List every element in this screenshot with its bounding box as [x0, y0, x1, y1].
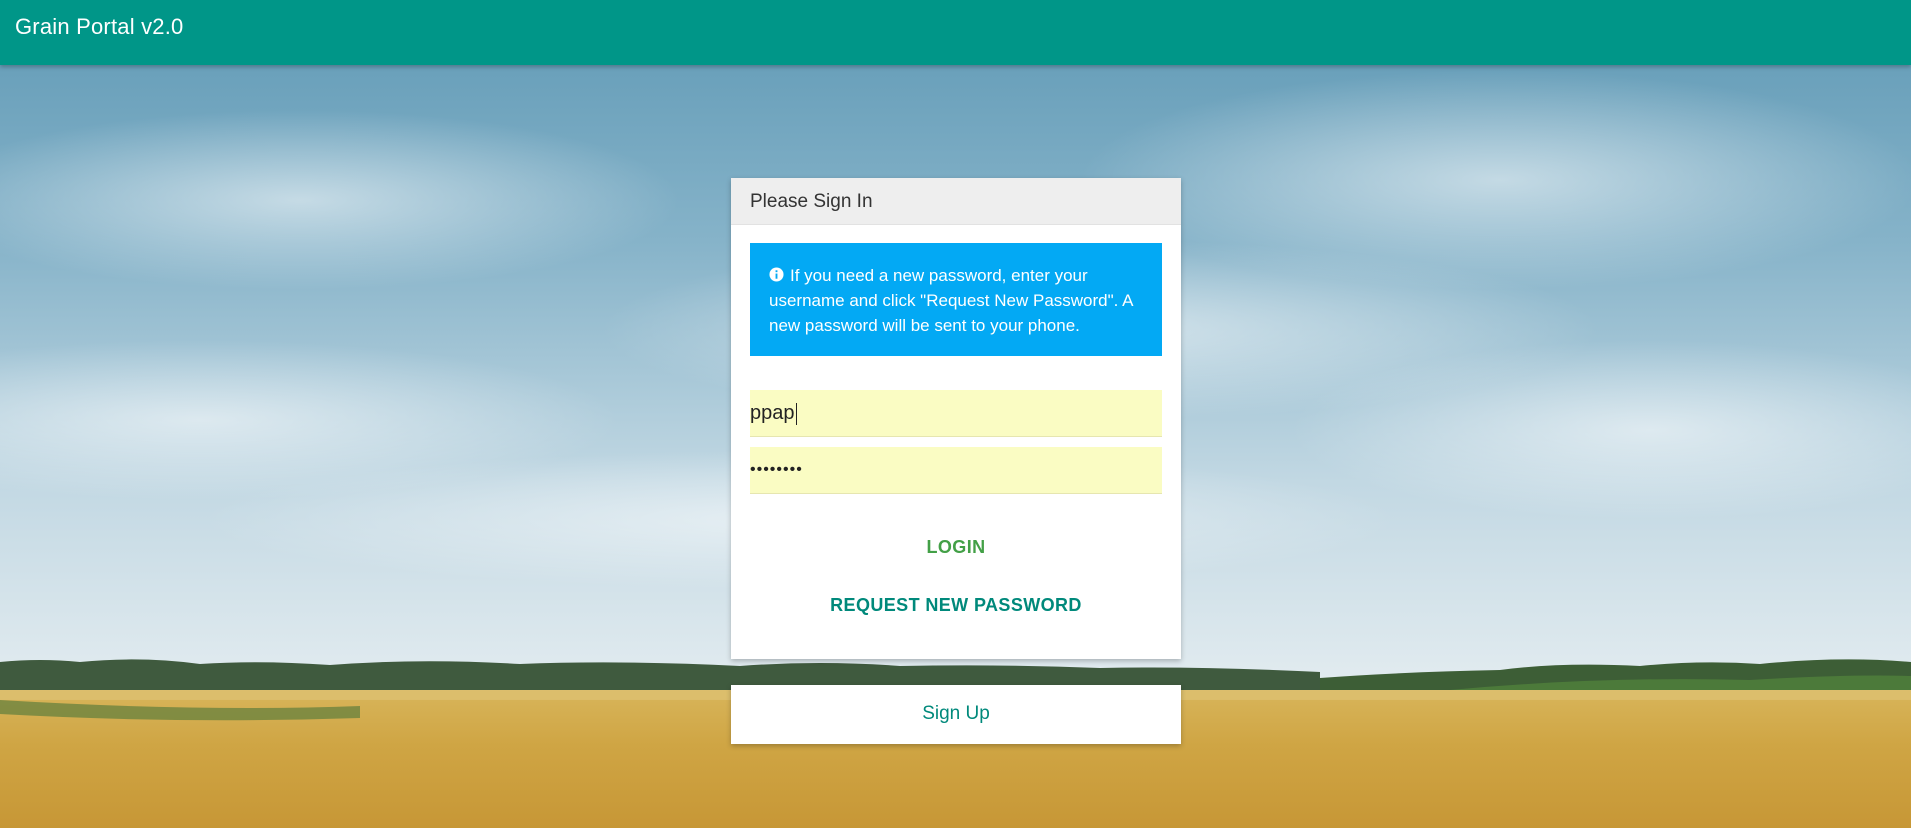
login-card: Please Sign In If you need a new passwor… [731, 178, 1181, 659]
info-text: If you need a new password, enter your u… [769, 266, 1133, 335]
info-circle-icon [769, 267, 784, 282]
login-button[interactable]: LOGIN [731, 537, 1181, 558]
info-message: If you need a new password, enter your u… [750, 243, 1162, 356]
sign-up-link[interactable]: Sign Up [731, 703, 1181, 725]
app-title: Grain Portal v2.0 [15, 14, 184, 39]
text-caret [795, 402, 797, 425]
top-app-bar: Grain Portal v2.0 [0, 0, 1911, 65]
username-field[interactable]: ppap [750, 390, 1162, 437]
page: Grain Portal v2.0 Please Sign In If you … [0, 0, 1911, 828]
username-value: ppap [750, 402, 795, 424]
password-field[interactable]: •••••••• [750, 447, 1162, 494]
card-title: Please Sign In [750, 191, 873, 212]
card-header: Please Sign In [731, 178, 1181, 225]
request-new-password-button[interactable]: REQUEST NEW PASSWORD [731, 595, 1181, 616]
signup-card: Sign Up [731, 685, 1181, 744]
password-value: •••••••• [750, 461, 803, 478]
